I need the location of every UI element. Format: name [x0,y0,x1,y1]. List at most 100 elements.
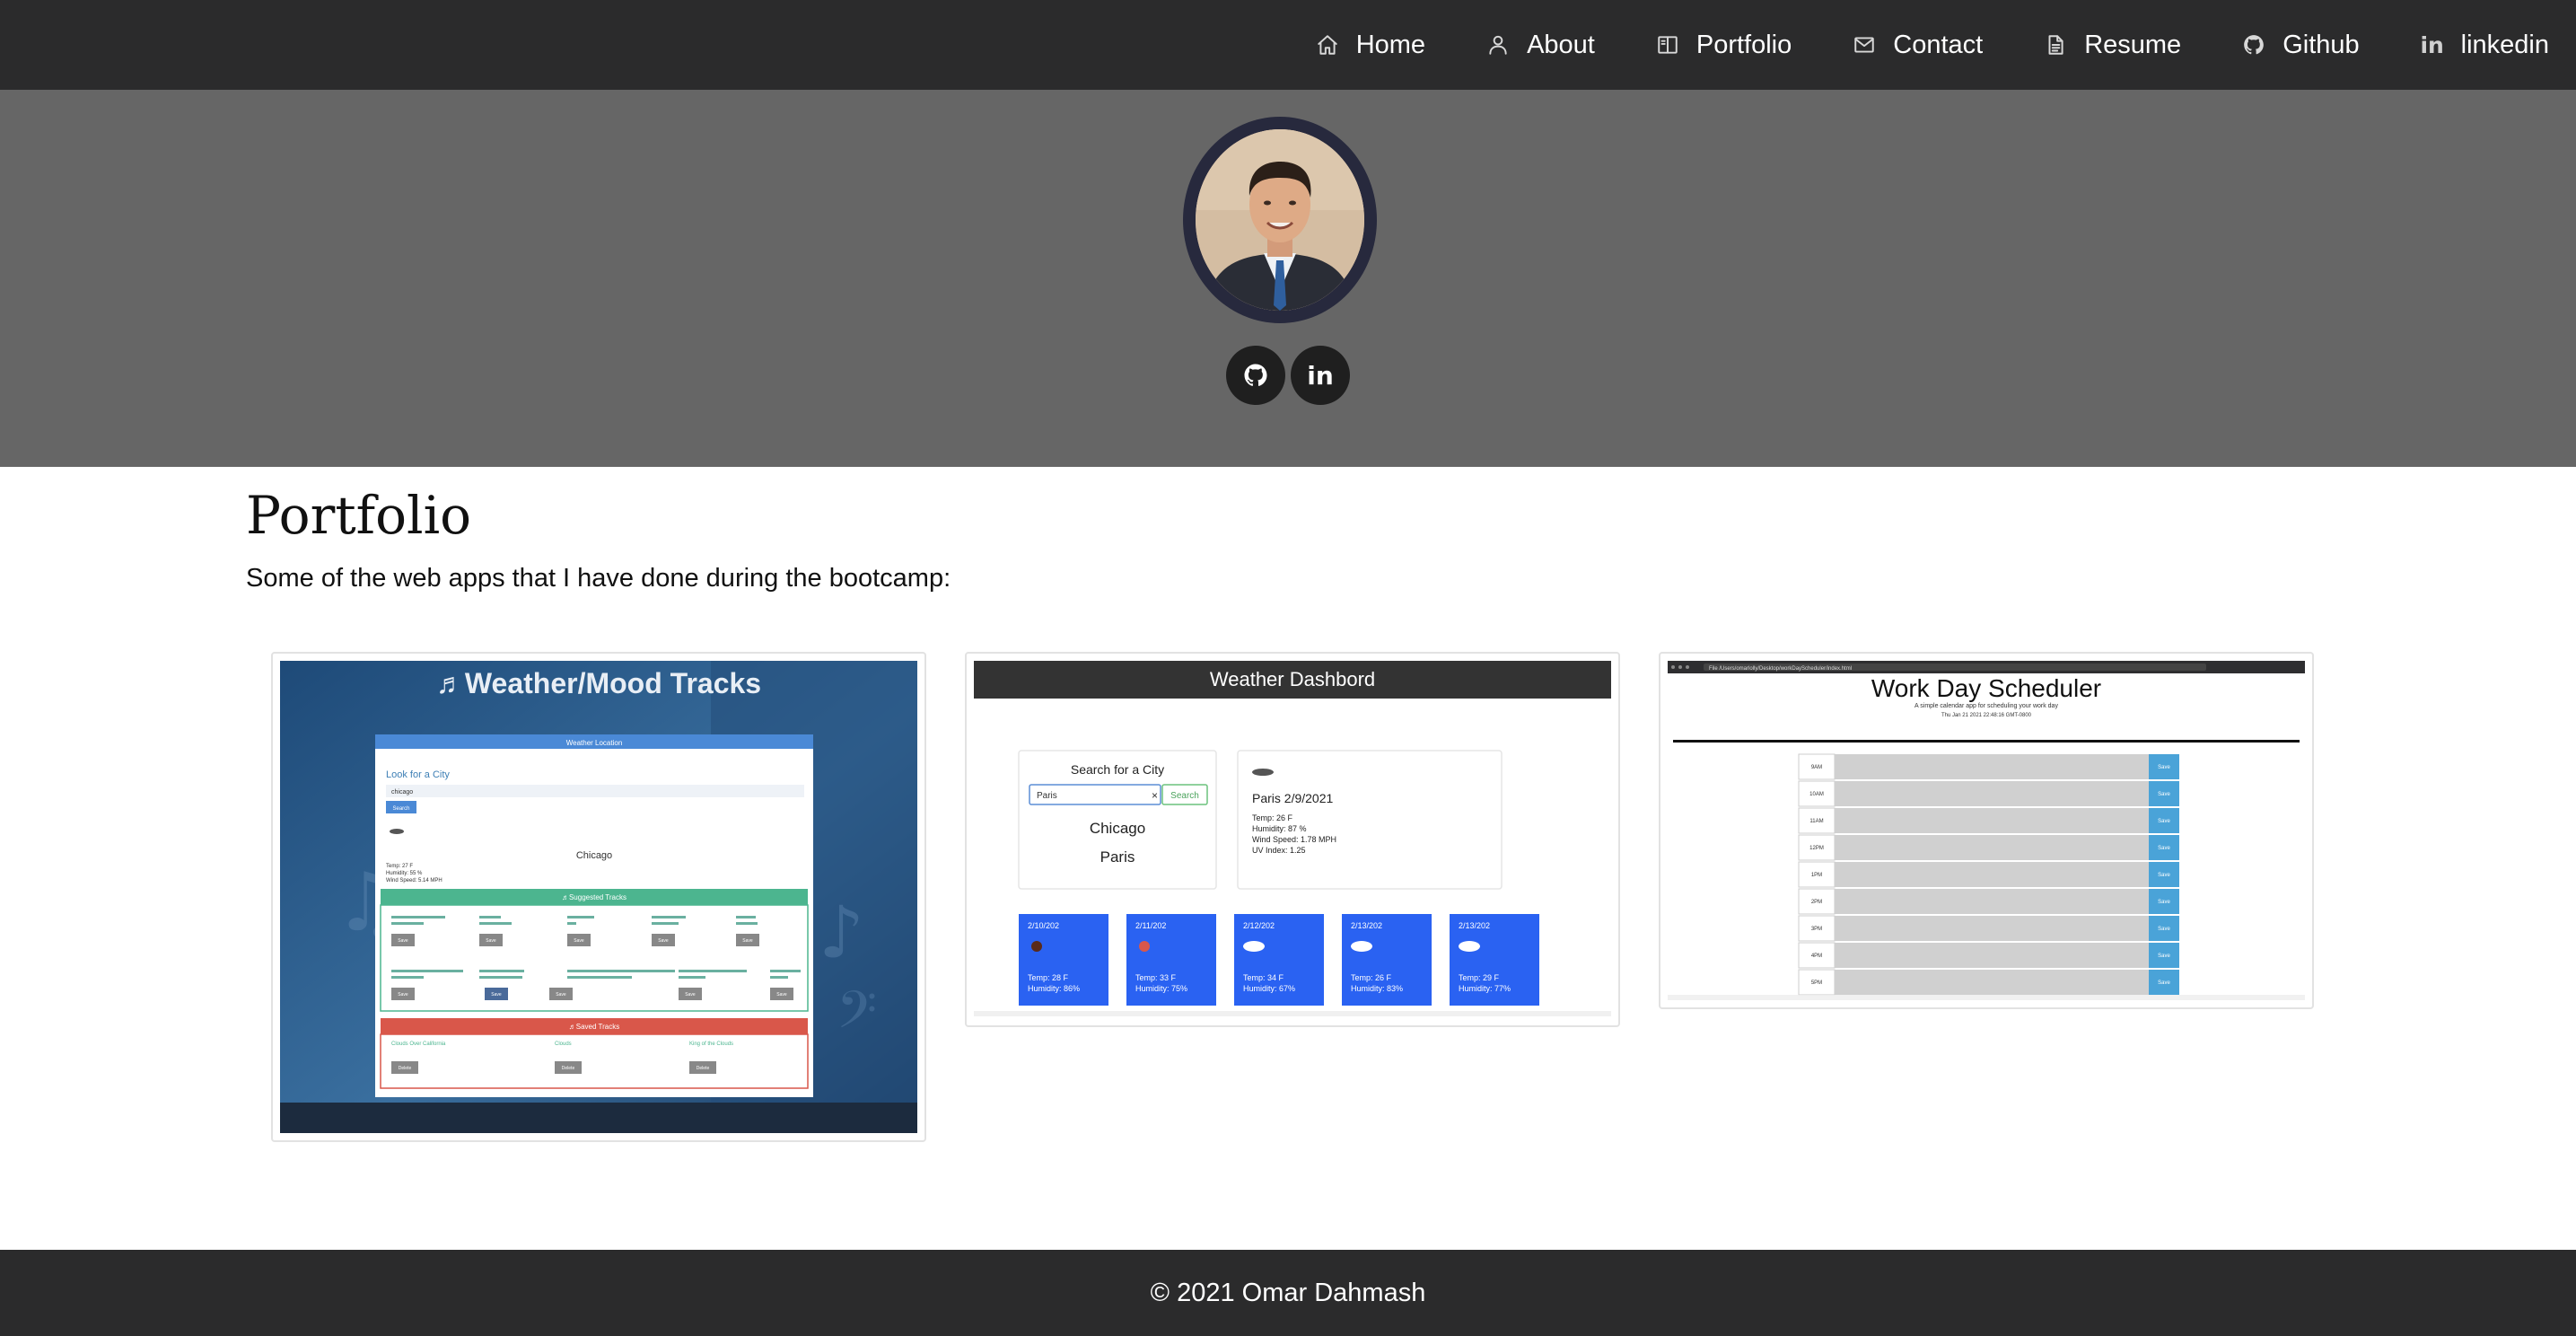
nav-portfolio-label: Portfolio [1695,30,1792,59]
linkedin-social-button[interactable]: in [1291,346,1350,405]
svg-text:♬Weather/Mood Tracks: ♬Weather/Mood Tracks [436,667,761,699]
svg-text:Save: Save [685,992,696,998]
svg-text:Wind Speed: 1.78 MPH: Wind Speed: 1.78 MPH [1252,835,1336,844]
svg-text:Save: Save [574,938,584,944]
document-icon [2043,32,2068,57]
svg-text:Save: Save [2158,980,2170,986]
project-card-work-day-scheduler[interactable]: File /Users/omarlolly/Desktop/workDaySch… [1659,652,2314,1009]
svg-text:♪: ♪ [819,891,864,974]
svg-text:Thu Jan 21 2021 22:48:16 GMT-0: Thu Jan 21 2021 22:48:16 GMT-0800 [1941,713,2032,718]
svg-text:Delete: Delete [399,1066,412,1071]
svg-text:Humidity: 55 %: Humidity: 55 % [386,871,423,876]
svg-text:Paris: Paris [1037,791,1057,801]
svg-text:UV Index: 1.25: UV Index: 1.25 [1252,846,1306,855]
svg-text:♬Suggested Tracks: ♬Suggested Tracks [562,893,626,901]
svg-text:Temp: 33 F: Temp: 33 F [1135,973,1177,982]
svg-text:Save: Save [491,992,502,998]
nav-contact-link[interactable]: Contact [1852,31,1983,60]
github-icon [2241,32,2266,57]
svg-text:Save: Save [398,938,408,944]
footer-copyright: © 2021 Omar Dahmash [1150,1278,1426,1307]
svg-text:Chicago: Chicago [576,850,612,861]
svg-text:Temp: 34 F: Temp: 34 F [1243,973,1284,982]
person-icon [1485,32,1511,57]
svg-text:×: × [1152,789,1158,802]
svg-text:3PM: 3PM [1811,927,1822,932]
project-title: Work Day Scheduler [1871,674,2101,702]
nav-about-label: About [1527,30,1595,59]
svg-text:Save: Save [658,938,669,944]
project-card-weather-dashboard[interactable]: Weather Dashbord Search for a City Paris… [965,652,1620,1027]
svg-text:A simple calendar app for sche: A simple calendar app for scheduling you… [1914,703,2058,709]
svg-text:Temp: 26 F: Temp: 26 F [1252,813,1293,822]
svg-text:Clouds: Clouds [555,1042,572,1047]
nav-linkedin-link[interactable]: in linkedin [2420,31,2549,60]
svg-text:Save: Save [742,938,753,944]
svg-text:Chicago: Chicago [1090,820,1145,837]
page-subtitle: Some of the web apps that I have done du… [246,564,951,593]
svg-text:12PM: 12PM [1809,846,1824,851]
project-title: Weather/Mood Tracks [465,667,761,699]
nav-resume-link[interactable]: Resume [2043,31,2181,60]
svg-text:Temp: 27 F: Temp: 27 F [386,864,413,869]
svg-text:Save: Save [556,992,566,998]
nav-about-link[interactable]: About [1485,31,1595,60]
svg-text:5PM: 5PM [1811,980,1822,986]
svg-text:2/10/202: 2/10/202 [1028,921,1059,930]
svg-text:File /Users/omarlolly/Desktop: File /Users/omarlolly/Desktop/workDaySch… [1709,666,1852,672]
svg-text:Humidity: 67%: Humidity: 67% [1243,984,1295,993]
svg-text:𝄢: 𝄢 [837,980,877,1053]
nav-github-link[interactable]: Github [2241,30,2360,60]
svg-text:Humidity: 83%: Humidity: 83% [1351,984,1403,993]
svg-text:4PM: 4PM [1811,954,1822,959]
book-icon [1655,32,1680,57]
svg-text:Save: Save [398,992,408,998]
nav-linkedin-label: linkedin [2460,30,2549,59]
github-social-button[interactable] [1226,346,1285,405]
svg-text:Paris 2/9/2021: Paris 2/9/2021 [1252,791,1333,805]
home-icon [1315,32,1340,57]
svg-text:Humidity: 75%: Humidity: 75% [1135,984,1187,993]
svg-text:2/13/202: 2/13/202 [1351,921,1382,930]
svg-text:Delete: Delete [697,1066,710,1071]
svg-text:Save: Save [2158,846,2170,851]
svg-text:Temp: 29 F: Temp: 29 F [1459,973,1500,982]
svg-text:Search: Search [392,806,409,812]
svg-text:1PM: 1PM [1811,873,1822,878]
svg-text:2/12/202: 2/12/202 [1243,921,1275,930]
project-card-weather-mood-tracks[interactable]: ♫ ♪ 𝄢 ♬Weather/Mood Tracks Weather Locat… [271,652,926,1142]
svg-text:Paris: Paris [1100,848,1135,866]
svg-text:Save: Save [2158,954,2170,959]
svg-text:Delete: Delete [562,1066,575,1071]
svg-text:Search for a City: Search for a City [1071,762,1164,777]
svg-text:Humidity: 86%: Humidity: 86% [1028,984,1080,993]
svg-text:Save: Save [2158,819,2170,824]
page-title: Portfolio [246,485,472,546]
svg-text:9AM: 9AM [1811,765,1822,770]
svg-text:Humidity: 87 %: Humidity: 87 % [1252,824,1307,833]
project-screenshot: Weather Dashbord Search for a City Paris… [974,661,1611,1018]
svg-text:Save: Save [776,992,787,998]
svg-text:Weather Location: Weather Location [566,739,623,747]
svg-text:chicago: chicago [391,789,413,795]
nav-portfolio-link[interactable]: Portfolio [1655,31,1792,60]
svg-text:Search: Search [1170,791,1199,801]
github-icon [1244,364,1267,386]
nav-home-label: Home [1355,30,1426,59]
page-footer: © 2021 Omar Dahmash [0,1250,2576,1336]
linkedin-icon: in [2420,31,2444,58]
nav-home-link[interactable]: Home [1315,31,1425,60]
avatar [1196,129,1364,311]
svg-text:Save: Save [2158,792,2170,797]
svg-text:Save: Save [2158,873,2170,878]
top-navbar: Home About Portfolio Contact Resume Gith… [0,0,2576,90]
svg-text:♬Saved Tracks: ♬Saved Tracks [569,1023,619,1031]
nav-github-label: Github [2282,30,2360,59]
svg-text:Look for a City: Look for a City [386,769,450,780]
svg-text:Temp: 26 F: Temp: 26 F [1351,973,1392,982]
svg-text:Save: Save [2158,927,2170,932]
project-screenshot: File /Users/omarlolly/Desktop/workDaySch… [1668,661,2305,1000]
linkedin-icon: in [1307,360,1334,391]
project-screenshot: ♫ ♪ 𝄢 ♬Weather/Mood Tracks Weather Locat… [280,661,917,1133]
social-links: in [0,346,2576,405]
